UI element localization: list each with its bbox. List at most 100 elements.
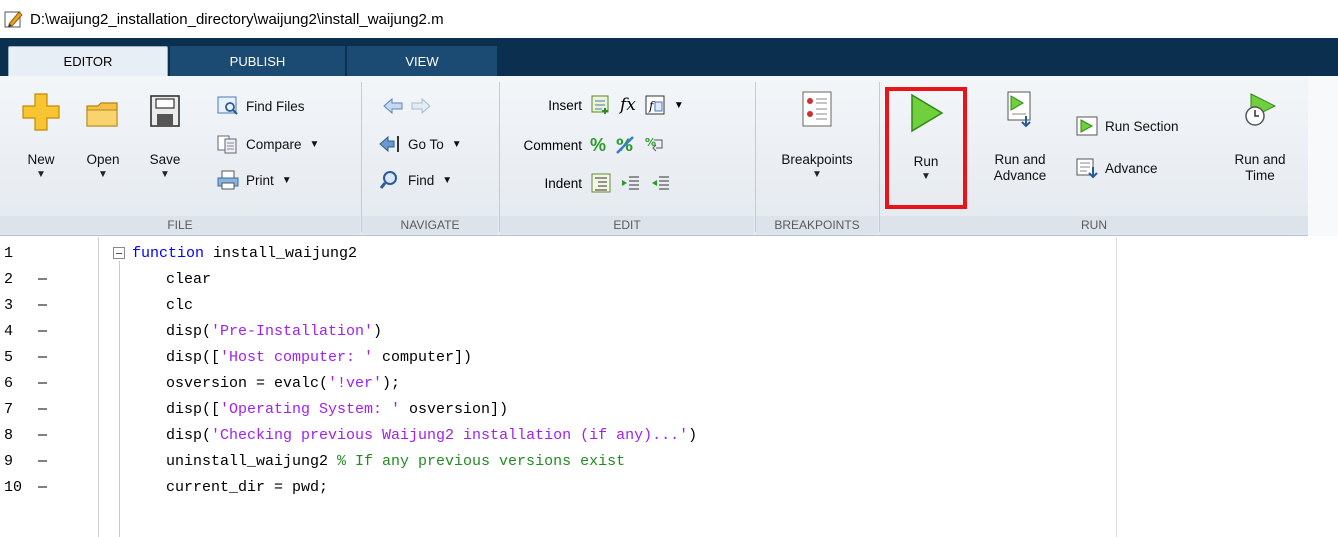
code-editor[interactable]: 1 function install_waijung2 2— clear 3— clc 4—… [0, 237, 1338, 537]
tab-publish[interactable]: PUBLISH [170, 46, 345, 76]
edit-pencil-icon [4, 11, 23, 28]
open-button[interactable]: Open ▼ [76, 86, 130, 180]
print-label: Print [246, 172, 274, 188]
run-and-time-button[interactable]: Run and Time [1222, 90, 1298, 184]
breakpoint-marker[interactable]: — [38, 345, 47, 371]
compare-button[interactable]: Compare ▼ [216, 132, 319, 156]
back-arrow-icon[interactable] [382, 96, 404, 116]
line-number[interactable]: 9 [4, 449, 34, 475]
window-title-bar: D:\waijung2_installation_directory\waiju… [0, 0, 1338, 38]
line-number[interactable]: 1 [4, 241, 34, 267]
breakpoint-marker[interactable]: — [38, 371, 47, 397]
advance-label: Advance [1105, 160, 1158, 176]
breakpoint-marker[interactable]: — [38, 423, 47, 449]
code-line[interactable]: 5— disp(['Host computer: ' computer]) [0, 345, 1338, 371]
breakpoint-marker[interactable]: — [38, 449, 47, 475]
code-text: osversion = evalc('!ver'); [166, 371, 400, 397]
code-line[interactable]: 7— disp(['Operating System: ' osversion]) [0, 397, 1338, 423]
keyword-token: function [132, 245, 205, 262]
save-disk-icon [150, 95, 180, 127]
code-token: disp([ [166, 401, 221, 418]
advance-button[interactable]: Advance [1075, 156, 1158, 180]
breakpoint-marker[interactable]: — [38, 293, 47, 319]
save-button[interactable]: Save ▼ [138, 86, 192, 180]
line-number[interactable]: 7 [4, 397, 34, 423]
breakpoint-marker[interactable]: — [38, 267, 47, 293]
run-section-button[interactable]: Run Section [1075, 114, 1179, 138]
compare-dropdown-icon: ▼ [309, 138, 320, 150]
print-dropdown-icon: ▼ [281, 174, 292, 186]
insert-row: Insert fx f ▼ [504, 92, 692, 118]
code-line[interactable]: 10— current_dir = pwd; [0, 475, 1338, 501]
indent-row: Indent [504, 170, 680, 196]
line-number[interactable]: 5 [4, 345, 34, 371]
code-line[interactable]: 4— disp('Pre-Installation') [0, 319, 1338, 345]
find-dropdown-icon: ▼ [442, 174, 453, 186]
run-and-time-label-line2: Time [1245, 168, 1275, 183]
insert-section-icon[interactable] [590, 94, 612, 116]
run-and-advance-label-line2: Advance [993, 168, 1047, 183]
line-number[interactable]: 8 [4, 423, 34, 449]
open-dropdown-icon: ▼ [98, 169, 108, 180]
separator [755, 82, 756, 232]
string-token: 'Host computer: ' [220, 349, 374, 366]
comment-percent-icon[interactable]: % [590, 135, 606, 156]
run-and-advance-icon [1007, 91, 1031, 128]
breakpoint-marker[interactable]: — [38, 319, 47, 345]
code-line[interactable]: 9— uninstall_waijung2 % If any previous v… [0, 449, 1338, 475]
smart-indent-icon[interactable] [590, 172, 612, 194]
back-forward-buttons[interactable] [382, 94, 438, 118]
string-token: 'Pre-Installation' [211, 323, 374, 340]
edit-group-label: EDIT [500, 216, 754, 234]
goto-label: Go To [408, 136, 444, 152]
new-label: New [27, 152, 55, 167]
new-dropdown-icon: ▼ [36, 169, 46, 180]
breakpoints-icon [802, 91, 832, 127]
code-token: disp( [166, 323, 212, 340]
insert-function-icon[interactable]: f [644, 94, 666, 116]
run-and-advance-button[interactable]: Run and Advance [980, 90, 1060, 184]
new-button[interactable]: New ▼ [14, 86, 68, 180]
code-token: osversion]) [400, 401, 509, 418]
code-token: ) [688, 427, 698, 444]
line-number[interactable]: 6 [4, 371, 34, 397]
string-token: 'Operating System: ' [220, 401, 401, 418]
run-and-advance-label-line1: Run and [994, 152, 1046, 167]
line-number[interactable]: 3 [4, 293, 34, 319]
run-group-label: RUN [880, 216, 1308, 234]
code-line[interactable]: 1 function install_waijung2 [0, 241, 1338, 267]
code-line[interactable]: 3— clc [0, 293, 1338, 319]
save-label: Save [149, 152, 181, 167]
breakpoint-marker[interactable]: — [38, 475, 47, 501]
tab-view[interactable]: VIEW [347, 46, 497, 76]
code-line[interactable]: 2— clear [0, 267, 1338, 293]
fx-icon[interactable]: fx [620, 95, 636, 115]
comment-label: Comment [523, 137, 582, 153]
line-number[interactable]: 10 [4, 475, 34, 501]
code-text: function install_waijung2 [132, 241, 357, 267]
code-line[interactable]: 6— osversion = evalc('!ver'); [0, 371, 1338, 397]
insert-dropdown-icon[interactable]: ▼ [674, 100, 684, 111]
file-group-label: FILE [0, 216, 360, 234]
forward-arrow-icon[interactable] [410, 96, 432, 116]
breakpoints-button[interactable]: Breakpoints ▼ [762, 90, 872, 180]
goto-button[interactable]: Go To ▼ [378, 132, 462, 156]
breakpoints-dropdown-icon: ▼ [812, 169, 822, 180]
decrease-indent-icon[interactable] [650, 172, 672, 194]
print-icon [217, 170, 239, 190]
line-number[interactable]: 2 [4, 267, 34, 293]
find-button[interactable]: Find ▼ [378, 168, 452, 192]
line-number[interactable]: 4 [4, 319, 34, 345]
uncomment-icon[interactable]: % [614, 134, 636, 156]
wrap-comments-icon[interactable]: % [644, 134, 666, 156]
breakpoint-marker[interactable]: — [38, 397, 47, 423]
increase-indent-icon[interactable] [620, 172, 642, 194]
print-button[interactable]: Print ▼ [216, 168, 292, 192]
code-line[interactable]: 8— disp('Checking previous Waijung2 insta… [0, 423, 1338, 449]
code-token: disp( [166, 427, 212, 444]
tab-editor[interactable]: EDITOR [8, 46, 168, 76]
find-files-button[interactable]: Find Files [216, 94, 305, 118]
comment-row: Comment % % % [504, 132, 674, 158]
code-token: computer]) [373, 349, 473, 366]
ribbon-empty-area [1308, 76, 1338, 236]
